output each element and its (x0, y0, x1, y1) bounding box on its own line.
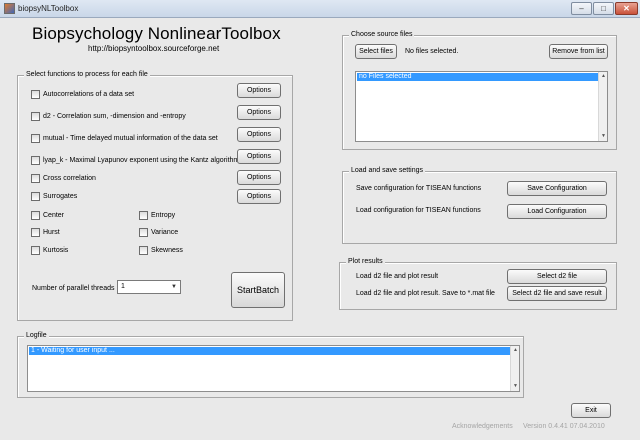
plot-results-panel-title: Plot results (346, 258, 385, 265)
acknowledgements-link[interactable]: Acknowledgements (452, 423, 513, 430)
file-list-scrollbar[interactable]: ▲ ▼ (598, 72, 607, 141)
lyap-k-label: lyap_k - Maximal Lyapunov exponent using… (43, 157, 240, 164)
mutual-options-button[interactable]: Options (237, 127, 281, 142)
select-d2-file-button[interactable]: Select d2 file (507, 269, 607, 284)
log-scrollbar[interactable]: ▲ ▼ (510, 346, 519, 391)
settings-panel-title: Load and save settings (349, 167, 425, 174)
window-titlebar[interactable]: biopsyNLToolbox – □ ✕ (0, 0, 640, 18)
chevron-down-icon: ▼ (171, 284, 177, 290)
surrogates-checkbox[interactable] (31, 192, 40, 201)
load-config-label: Load configuration for TISEAN functions (356, 207, 481, 214)
kurtosis-label: Kurtosis (43, 247, 69, 254)
select-d2-save-button[interactable]: Select d2 file and save result (507, 286, 607, 301)
autocorrelation-checkbox[interactable] (31, 90, 40, 99)
threads-value: 1 (121, 283, 125, 290)
log-listbox[interactable]: 1 - Waiting for user input ... ▲ ▼ (27, 345, 520, 392)
app-title: Biopsychology NonlinearToolbox (32, 24, 281, 43)
skewness-label: Skewness (151, 247, 183, 254)
version-text: Version 0.4.41 07.04.2010 (523, 423, 605, 430)
autocorrelation-label: Autocorrelations of a data set (43, 91, 135, 98)
select-files-button[interactable]: Select files (355, 44, 397, 59)
threads-select[interactable]: 1 ▼ (117, 280, 181, 294)
plot-save-d2-label: Load d2 file and plot result. Save to *.… (356, 290, 495, 297)
source-files-panel-title: Choose source files (349, 31, 415, 38)
cross-correlation-label: Cross correlation (43, 175, 96, 182)
save-configuration-button[interactable]: Save Configuration (507, 181, 607, 196)
list-item[interactable]: no Files selected (357, 73, 598, 81)
entropy-label: Entropy (151, 212, 176, 219)
mutual-label: mutual - Time delayed mutual information… (43, 135, 218, 142)
surrogates-label: Surrogates (43, 193, 78, 200)
close-button[interactable]: ✕ (615, 2, 638, 15)
d2-label: d2 - Correlation sum, -dimension and -en… (43, 113, 186, 120)
functions-panel-title: Select functions to process for each fil… (24, 71, 150, 78)
variance-checkbox[interactable] (139, 228, 148, 237)
kurtosis-checkbox[interactable] (31, 246, 40, 255)
save-config-label: Save configuration for TISEAN functions (356, 185, 482, 192)
scroll-up-icon[interactable]: ▲ (600, 73, 607, 80)
scroll-down-icon[interactable]: ▼ (600, 133, 607, 140)
files-status: No files selected. (405, 48, 459, 55)
app-icon (4, 3, 15, 14)
start-batch-button[interactable]: StartBatch (231, 272, 285, 308)
skewness-checkbox[interactable] (139, 246, 148, 255)
center-label: Center (43, 212, 65, 219)
d2-checkbox[interactable] (31, 112, 40, 121)
hurst-checkbox[interactable] (31, 228, 40, 237)
mutual-checkbox[interactable] (31, 134, 40, 143)
cross-correlation-options-button[interactable]: Options (237, 170, 281, 185)
entropy-checkbox[interactable] (139, 211, 148, 220)
plot-d2-label: Load d2 file and plot result (356, 273, 439, 280)
variance-label: Variance (151, 229, 179, 236)
center-checkbox[interactable] (31, 211, 40, 220)
file-listbox[interactable]: no Files selected ▲ ▼ (355, 71, 608, 142)
threads-label: Number of parallel threads (32, 285, 115, 292)
hurst-label: Hurst (43, 229, 60, 236)
maximize-button[interactable]: □ (593, 2, 614, 15)
remove-from-list-button[interactable]: Remove from list (549, 44, 608, 59)
lyap-k-options-button[interactable]: Options (237, 149, 281, 164)
load-configuration-button[interactable]: Load Configuration (507, 204, 607, 219)
scroll-up-icon[interactable]: ▲ (512, 347, 519, 354)
scroll-down-icon[interactable]: ▼ (512, 383, 519, 390)
autocorrelation-options-button[interactable]: Options (237, 83, 281, 98)
lyap-k-checkbox[interactable] (31, 156, 40, 165)
exit-button[interactable]: Exit (571, 403, 611, 418)
log-entry: 1 - Waiting for user input ... (29, 347, 510, 355)
app-url: http://biopsyntoolbox.sourceforge.net (88, 44, 220, 53)
surrogates-options-button[interactable]: Options (237, 189, 281, 204)
cross-correlation-checkbox[interactable] (31, 174, 40, 183)
minimize-button[interactable]: – (571, 2, 592, 15)
logfile-panel-title: Logfile (24, 332, 49, 339)
window-title: biopsyNLToolbox (18, 4, 79, 13)
d2-options-button[interactable]: Options (237, 105, 281, 120)
